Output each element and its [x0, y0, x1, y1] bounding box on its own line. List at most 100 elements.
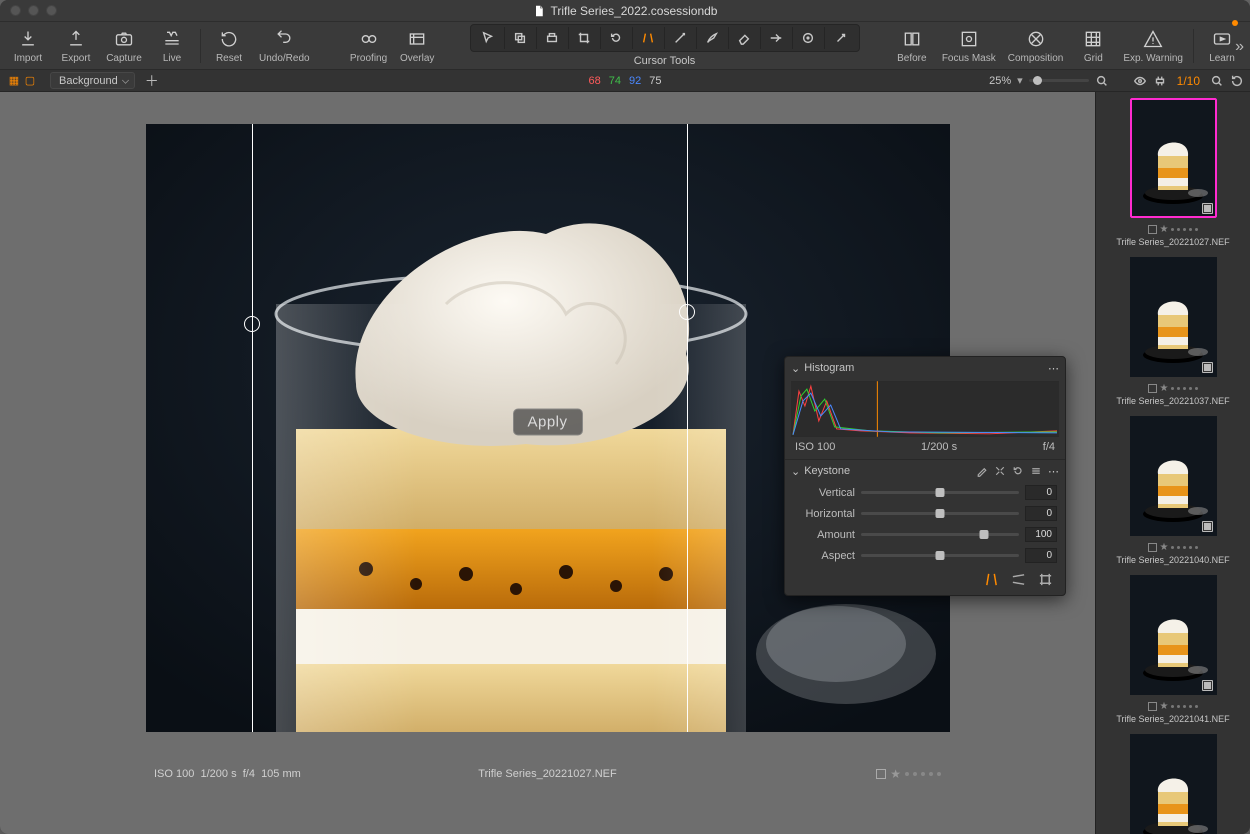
- rgb-readout: 68 74 92 75: [589, 75, 662, 87]
- edit-icon[interactable]: [976, 465, 988, 477]
- radial-tool[interactable]: [793, 27, 825, 49]
- thumbnail[interactable]: [1130, 257, 1217, 377]
- thumb-filename: Trifle Series_20221027.NEF: [1096, 237, 1250, 247]
- viewer: Apply ⌄Histogram ⋯: [0, 92, 1095, 834]
- vertical-slider[interactable]: [861, 491, 1019, 494]
- keystone-right-handle[interactable]: [679, 304, 695, 320]
- app-window: Trifle Series_2022.cosessiondb Import Ex…: [0, 0, 1250, 834]
- adjusted-badge-icon: [1202, 680, 1213, 691]
- viewer-rating[interactable]: ★: [876, 767, 941, 781]
- amount-value[interactable]: 100: [1025, 527, 1057, 542]
- keystone-horizontal-icon[interactable]: [1011, 572, 1026, 587]
- keystone-header[interactable]: ⌄Keystone ⋯: [785, 460, 1065, 482]
- thumb-filename: Trifle Series_20221040.NEF: [1096, 555, 1250, 565]
- keystone-vertical-icon[interactable]: [984, 572, 999, 587]
- meta-shutter: 1/200 s: [200, 768, 236, 780]
- spot-tool[interactable]: [665, 27, 697, 49]
- rotate-tool[interactable]: [601, 27, 633, 49]
- zoom-value: 25%: [989, 75, 1011, 87]
- main-toolbar: Import Export Capture Live Reset Undo/Re…: [0, 22, 1250, 70]
- cursor-tools-label: Cursor Tools: [634, 55, 696, 67]
- brush-tool[interactable]: [697, 27, 729, 49]
- toolbar-overflow-icon[interactable]: »: [1235, 38, 1244, 56]
- amount-slider[interactable]: [861, 533, 1019, 536]
- histogram: [791, 381, 1059, 437]
- aspect-value[interactable]: 0: [1025, 548, 1057, 563]
- grid-button[interactable]: Grid: [1069, 22, 1117, 69]
- keystone-grid-icon[interactable]: [1038, 572, 1053, 587]
- exp-warning-button[interactable]: Exp. Warning: [1117, 22, 1189, 69]
- link-icon[interactable]: [1153, 74, 1167, 88]
- document-icon: [533, 5, 545, 17]
- apply-button[interactable]: Apply: [512, 408, 582, 435]
- meta-focal: 105 mm: [261, 768, 301, 780]
- expand-icon[interactable]: [994, 465, 1006, 477]
- image-counter: 1/10: [1177, 74, 1200, 88]
- meta-iso: ISO 100: [154, 768, 194, 780]
- single-view-icon[interactable]: ▢: [22, 74, 38, 88]
- gradient-tool[interactable]: [761, 27, 793, 49]
- keystone-tool[interactable]: [633, 27, 665, 49]
- menu-icon[interactable]: [1030, 465, 1042, 477]
- thumbnail[interactable]: [1130, 416, 1217, 536]
- meta-filename: Trifle Series_20221027.NEF: [478, 768, 616, 780]
- thumbnail[interactable]: [1130, 734, 1217, 834]
- live-button[interactable]: Live: [148, 22, 196, 69]
- horizontal-slider[interactable]: [861, 512, 1019, 515]
- grid-view-icon[interactable]: ▦: [6, 74, 22, 88]
- traffic-lights[interactable]: [10, 5, 57, 16]
- viewer-meta: ISO 100 1/200 s f/4 105 mm Trifle Series…: [0, 764, 1095, 784]
- export-button[interactable]: Export: [52, 22, 100, 69]
- aspect-slider[interactable]: [861, 554, 1019, 557]
- subbar: ▦ ▢ Background ＋ 68 74 92 75 25% ▾ 1/10: [0, 70, 1250, 92]
- add-layer-icon[interactable]: ＋: [145, 71, 159, 91]
- zoom-fit-icon[interactable]: [1095, 74, 1109, 88]
- proofing-button[interactable]: Proofing: [344, 22, 393, 69]
- window-title: Trifle Series_2022.cosessiondb: [533, 4, 718, 18]
- thumbnail[interactable]: [1130, 98, 1217, 218]
- overlay-button[interactable]: Overlay: [393, 22, 441, 69]
- adjusted-badge-icon: [1202, 203, 1213, 214]
- thumb-filename: Trifle Series_20221037.NEF: [1096, 396, 1250, 406]
- titlebar: Trifle Series_2022.cosessiondb: [0, 0, 1250, 22]
- before-button[interactable]: Before: [888, 22, 936, 69]
- eraser-tool[interactable]: [729, 27, 761, 49]
- keystone-left-handle[interactable]: [244, 316, 260, 332]
- reset-icon[interactable]: [1012, 465, 1024, 477]
- thumb-rating[interactable]: ★: [1096, 381, 1250, 396]
- thumb-rating[interactable]: ★: [1096, 699, 1250, 714]
- refresh-icon[interactable]: [1230, 74, 1244, 88]
- histo-shutter: 1/200 s: [921, 441, 957, 453]
- adjusted-badge-icon: [1202, 521, 1213, 532]
- hand-tool[interactable]: [505, 27, 537, 49]
- focus-mask-button[interactable]: Focus Mask: [936, 22, 1002, 69]
- histogram-header[interactable]: ⌄Histogram ⋯: [785, 357, 1065, 379]
- keystone-left-guide[interactable]: [252, 124, 253, 732]
- zoom-slider[interactable]: [1029, 79, 1089, 82]
- layer-select[interactable]: Background: [50, 72, 135, 89]
- select-tool[interactable]: [473, 27, 505, 49]
- reset-button[interactable]: Reset: [205, 22, 253, 69]
- horizontal-value[interactable]: 0: [1025, 506, 1057, 521]
- meta-aperture: f/4: [243, 768, 255, 780]
- composition-button[interactable]: Composition: [1002, 22, 1070, 69]
- undo-redo-button[interactable]: Undo/Redo: [253, 22, 316, 69]
- keystone-right-guide[interactable]: [687, 124, 688, 732]
- search-icon[interactable]: [1210, 74, 1224, 88]
- heal-tool[interactable]: [825, 27, 857, 49]
- eye-icon[interactable]: [1133, 74, 1147, 88]
- thumbnail[interactable]: [1130, 575, 1217, 695]
- panel-more-icon[interactable]: ⋯: [1048, 362, 1059, 375]
- thumb-rating[interactable]: ★: [1096, 222, 1250, 237]
- capture-button[interactable]: Capture: [100, 22, 148, 69]
- crop-tool[interactable]: [569, 27, 601, 49]
- more-icon[interactable]: ⋯: [1048, 465, 1059, 478]
- print-tool[interactable]: [537, 27, 569, 49]
- cursor-tools-group: Cursor Tools: [470, 24, 860, 67]
- thumb-filename: Trifle Series_20221041.NEF: [1096, 714, 1250, 724]
- vertical-value[interactable]: 0: [1025, 485, 1057, 500]
- floating-panel[interactable]: ⌄Histogram ⋯: [784, 356, 1066, 596]
- import-button[interactable]: Import: [4, 22, 52, 69]
- thumb-rating[interactable]: ★: [1096, 540, 1250, 555]
- adjusted-badge-icon: [1202, 362, 1213, 373]
